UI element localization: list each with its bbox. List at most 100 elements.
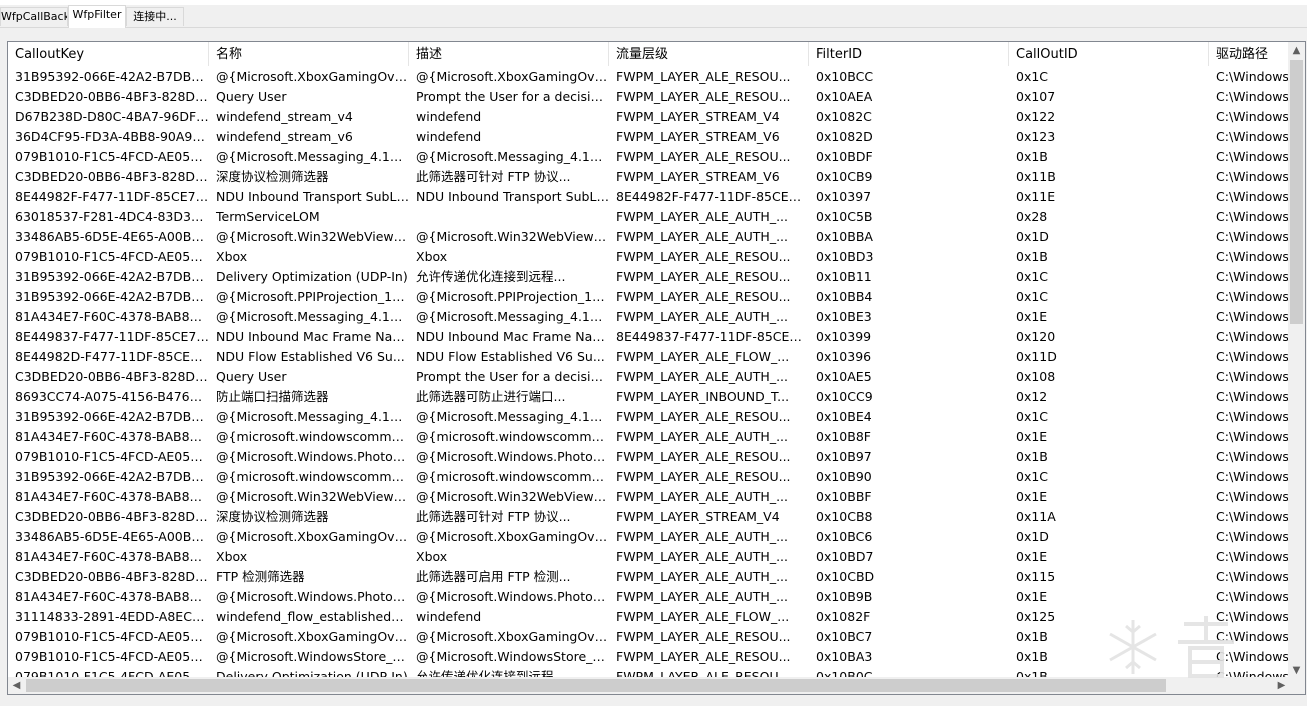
table-row[interactable]: C3DBED20-0BB6-4BF3-828D9... Query User Pro… — [8, 367, 1290, 387]
cell-name: NDU Inbound Mac Frame Nati... — [216, 329, 409, 344]
table-row[interactable]: 81A434E7-F60C-4378-BAB8C... @{microsoft.w… — [8, 427, 1290, 447]
cell-name: @{Microsoft.Win32WebViewH... — [216, 489, 409, 504]
cell-driver-path: C:\Windows\ — [1216, 109, 1290, 124]
table-row[interactable]: C3DBED20-0BB6-4BF3-828D9... 深度协议检测筛选器 此筛选器… — [8, 167, 1290, 187]
cell-calloutid: 0x108 — [1016, 369, 1056, 384]
cell-name: 深度协议检测筛选器 — [216, 169, 329, 184]
cell-filterid: 0x10BC7 — [816, 629, 873, 644]
cell-driver-path: C:\Windows\ — [1216, 449, 1290, 464]
column-header-driver-path[interactable]: 驱动路径 — [1209, 42, 1290, 66]
cell-description: @{Microsoft.WindowsStore_1... — [416, 649, 609, 664]
column-header-calloutkey[interactable]: CalloutKey — [8, 42, 209, 66]
table-row[interactable]: 31B95392-066E-42A2-B7DB92... @{Microsoft.… — [8, 287, 1290, 307]
horizontal-scroll-thumb[interactable] — [26, 679, 1166, 692]
cell-driver-path: C:\Windows\ — [1216, 309, 1290, 324]
column-header-description[interactable]: 描述 — [409, 42, 609, 66]
cell-driver-path: C:\Windows\ — [1216, 269, 1290, 284]
column-header-layer[interactable]: 流量层级 — [609, 42, 809, 66]
column-header-calloutid[interactable]: CallOutID — [1009, 42, 1209, 66]
table-row[interactable]: 31B95392-066E-42A2-B7DB92... Delivery Opt… — [8, 267, 1290, 287]
table-row[interactable]: 81A434E7-F60C-4378-BAB8C... @{Microsoft.M… — [8, 307, 1290, 327]
cell-description — [409, 207, 609, 227]
table-row[interactable]: 36D4CF95-FD3A-4BB8-90A9F... windefend_str… — [8, 127, 1290, 147]
cell-description: Xbox — [416, 249, 448, 264]
tab-wfpcallback[interactable]: WfpCallBack — [0, 7, 68, 26]
cell-filterid: 0x10399 — [816, 329, 872, 344]
wfp-filter-list-view[interactable]: CalloutKey 名称 描述 流量层级 FilterID CallOutID… — [7, 41, 1306, 695]
cell-name: windefend_stream_v6 — [216, 129, 353, 144]
cell-calloutkey: C3DBED20-0BB6-4BF3-828D9... — [15, 369, 209, 384]
table-row[interactable]: 079B1010-F1C5-4FCD-AE05D... @{Microsoft.M… — [8, 147, 1290, 167]
cell-layer: FWPM_LAYER_ALE_RESOU... — [616, 269, 791, 284]
vertical-scrollbar[interactable]: ▲ ▼ — [1288, 42, 1305, 679]
cell-description: 此筛选器可启用 FTP 检测... — [416, 569, 571, 584]
table-row[interactable]: 33486AB5-6D5E-4E65-A00BA... @{Microsoft.W… — [8, 227, 1290, 247]
cell-calloutid: 0x1C — [1016, 469, 1049, 484]
table-row[interactable]: 81A434E7-F60C-4378-BAB8C... @{Microsoft.W… — [8, 487, 1290, 507]
column-header-filterid[interactable]: FilterID — [809, 42, 1009, 66]
chevron-left-icon[interactable]: ◀ — [8, 677, 25, 694]
cell-driver-path: C:\Windows\ — [1216, 549, 1290, 564]
cell-calloutid: 0x115 — [1016, 569, 1056, 584]
table-row[interactable]: 8E44982F-F477-11DF-85CE78... NDU Inbound … — [8, 187, 1290, 207]
cell-calloutid: 0x120 — [1016, 329, 1056, 344]
cell-driver-path: C:\Windows\ — [1216, 389, 1290, 404]
cell-calloutid: 0x1D — [1016, 229, 1049, 244]
cell-calloutkey: 079B1010-F1C5-4FCD-AE05D... — [15, 449, 209, 464]
cell-calloutkey: 31B95392-066E-42A2-B7DB92... — [15, 69, 209, 84]
vertical-scroll-thumb[interactable] — [1290, 60, 1303, 324]
cell-calloutkey: 079B1010-F1C5-4FCD-AE05D... — [15, 649, 209, 664]
cell-name: Delivery Optimization (UDP-In) — [216, 269, 408, 284]
cell-description: @{Microsoft.Messaging_4.190... — [416, 409, 609, 424]
table-header: CalloutKey 名称 描述 流量层级 FilterID CallOutID… — [8, 42, 1290, 67]
table-row[interactable]: 8E44982D-F477-11DF-85CE78... NDU Flow Est… — [8, 347, 1290, 367]
table-row[interactable]: 33486AB5-6D5E-4E65-A00BA... @{Microsoft.X… — [8, 527, 1290, 547]
cell-layer: 8E449837-F477-11DF-85CE78... — [616, 329, 809, 344]
table-row[interactable]: C3DBED20-0BB6-4BF3-828D9... FTP 检测筛选器 此筛选器… — [8, 567, 1290, 587]
cell-name: @{microsoft.windowscommuni... — [216, 429, 409, 444]
tab-wfpfilter[interactable]: WfpFilter — [68, 5, 126, 28]
cell-filterid: 0x10BD7 — [816, 549, 874, 564]
cell-layer: FWPM_LAYER_ALE_AUTH_... — [616, 229, 788, 244]
cell-calloutkey: 33486AB5-6D5E-4E65-A00BA... — [15, 229, 209, 244]
cell-calloutkey: 81A434E7-F60C-4378-BAB8C... — [15, 589, 209, 604]
cell-description: @{Microsoft.Windows.Photos... — [416, 589, 609, 604]
cell-name: @{Microsoft.Messaging_4.190... — [216, 309, 409, 324]
column-header-name[interactable]: 名称 — [209, 42, 409, 66]
tab-connections[interactable]: 连接中... — [126, 7, 184, 26]
chevron-up-icon[interactable]: ▲ — [1288, 42, 1305, 59]
table-row[interactable]: C3DBED20-0BB6-4BF3-828D9... 深度协议检测筛选器 此筛选器… — [8, 507, 1290, 527]
table-row[interactable]: 8693CC74-A075-4156-B47692... 防止端口扫描筛选器 此筛选… — [8, 387, 1290, 407]
table-row[interactable]: C3DBED20-0BB6-4BF3-828D9... Query User Pro… — [8, 87, 1290, 107]
table-row[interactable]: D67B238D-D80C-4BA7-96DF4... windefend_str… — [8, 107, 1290, 127]
cell-calloutkey: 81A434E7-F60C-4378-BAB8C... — [15, 489, 209, 504]
table-row[interactable]: 81A434E7-F60C-4378-BAB8C... @{Microsoft.W… — [8, 587, 1290, 607]
cell-layer: FWPM_LAYER_ALE_AUTH_... — [616, 589, 788, 604]
table-row[interactable]: 8E449837-F477-11DF-85CE78... NDU Inbound … — [8, 327, 1290, 347]
cell-filterid: 0x10AEA — [816, 89, 873, 104]
table-row[interactable]: 31B95392-066E-42A2-B7DB92... @{Microsoft.… — [8, 67, 1290, 87]
table-row[interactable]: 31B95392-066E-42A2-B7DB92... @{Microsoft.… — [8, 407, 1290, 427]
cell-filterid: 0x10BA3 — [816, 649, 873, 664]
filter-table: CalloutKey 名称 描述 流量层级 FilterID CallOutID… — [8, 42, 1290, 679]
table-row[interactable]: 31B95392-066E-42A2-B7DB92... @{microsoft.… — [8, 467, 1290, 487]
cell-layer: FWPM_LAYER_ALE_RESOU... — [616, 89, 791, 104]
cell-layer: FWPM_LAYER_INBOUND_T... — [616, 389, 790, 404]
cell-driver-path: C:\Windows\ — [1216, 129, 1290, 144]
cell-filterid: 0x10CBD — [816, 569, 875, 584]
cell-calloutkey: 8E449837-F477-11DF-85CE78... — [15, 329, 209, 344]
cell-filterid: 0x10BDF — [816, 149, 873, 164]
cell-description: @{Microsoft.XboxGamingOverl... — [416, 69, 609, 84]
cell-description: windefend — [416, 109, 482, 124]
cell-description: @{Microsoft.Messaging_4.190... — [416, 149, 609, 164]
cell-name: NDU Inbound Transport SubLa... — [216, 189, 409, 204]
snowflake-watermark-icon — [1109, 616, 1234, 678]
cell-name: 防止端口扫描筛选器 — [216, 389, 329, 404]
table-row[interactable]: 63018537-F281-4DC4-83D38D... TermServiceL… — [8, 207, 1290, 227]
table-row[interactable]: 81A434E7-F60C-4378-BAB8C... Xbox Xbox FWPM_… — [8, 547, 1290, 567]
cell-filterid: 0x10BCC — [816, 69, 874, 84]
table-row[interactable]: 079B1010-F1C5-4FCD-AE05D... Xbox Xbox FWPM_… — [8, 247, 1290, 267]
cell-description: 允许传递优化连接到远程... — [416, 269, 566, 284]
cell-layer: FWPM_LAYER_ALE_RESOU... — [616, 649, 791, 664]
table-row[interactable]: 079B1010-F1C5-4FCD-AE05D... @{Microsoft.W… — [8, 447, 1290, 467]
